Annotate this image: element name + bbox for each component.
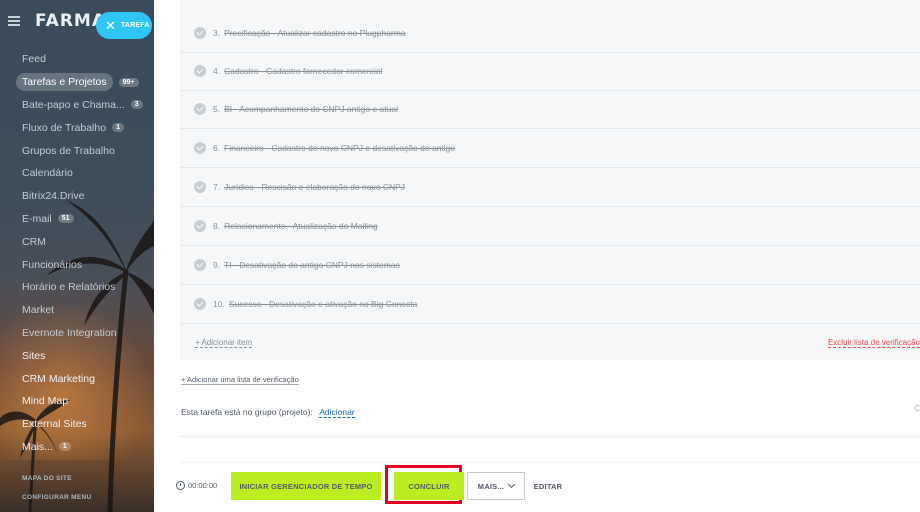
add-checklist-link[interactable]: + Adicionar uma lista de verificação <box>181 375 299 385</box>
checklist-item[interactable]: 5. BI - Acompanhamento do CNPJ antigo e … <box>180 90 920 129</box>
truncated-side-text: C <box>914 404 920 413</box>
sitemap-link[interactable]: MAPA DO SITE <box>22 475 72 482</box>
checklist-item[interactable]: 7. Jurídico - Rescisão e elaboração do n… <box>180 168 920 207</box>
complete-task-button[interactable]: CONCLUIR <box>394 472 464 500</box>
checked-circle-icon[interactable] <box>194 27 206 39</box>
project-group-line: Esta tarefa está no grupo (projeto): Adi… <box>181 407 355 418</box>
sidebar-item-tasks[interactable]: Tarefas e Projetos 99+ <box>0 71 154 94</box>
checklist-item-text: Financeiro - Cadastro do novo CNPJ e des… <box>224 143 456 153</box>
sidebar-item-mind-map[interactable]: Mind Map <box>0 390 154 413</box>
checklist-item-text: Jurídico - Rescisão e elaboração do novo… <box>224 182 406 192</box>
checklist-item[interactable]: 3. Precificação - Atualizar cadastro no … <box>180 14 920 53</box>
sidebar-item-employees[interactable]: Funcionários <box>0 253 154 276</box>
close-icon: ✕ <box>105 17 116 33</box>
delete-checklist-link[interactable]: Excluir lista de verificação <box>827 338 920 348</box>
checklist-item-text: BI - Acompanhamento do CNPJ antigo e atu… <box>224 104 398 114</box>
sidebar-item-more[interactable]: Mais... 1 <box>0 436 154 459</box>
clock-icon <box>176 481 185 490</box>
add-group-link[interactable]: Adicionar <box>319 407 355 418</box>
checklist-item[interactable]: 6. Financeiro - Cadastro do novo CNPJ e … <box>180 129 920 168</box>
more-actions-button[interactable]: MAIS... <box>467 472 525 500</box>
hamburger-menu-icon[interactable] <box>8 16 20 26</box>
sidebar-item-crm[interactable]: CRM <box>0 230 154 253</box>
divider <box>180 436 920 437</box>
timer-value: 00:00:00 <box>188 481 218 490</box>
checked-circle-icon[interactable] <box>194 181 206 193</box>
checked-circle-icon[interactable] <box>194 298 206 310</box>
add-item-link[interactable]: + Adicionar item <box>195 338 253 348</box>
checklist-item[interactable]: 10. Sucesso - Desativação e ativação no … <box>180 285 920 324</box>
sidebar-item-sites[interactable]: Sites <box>0 344 154 367</box>
configure-menu-link[interactable]: CONFIGURAR MENU <box>22 494 92 501</box>
counter-badge: 1 <box>112 123 124 133</box>
checked-circle-icon[interactable] <box>194 65 206 77</box>
checklist-item-text: Relacionamento - Atualização do Mailing <box>224 221 378 231</box>
sidebar-item-feed[interactable]: Feed <box>0 48 154 71</box>
sidebar-item-drive[interactable]: Bitrix24.Drive <box>0 185 154 208</box>
checklist-item[interactable]: 4. Cadastro - Cadastro fornecedor comerc… <box>180 52 920 91</box>
sidebar-item-workgroups[interactable]: Grupos de Trabalho <box>0 139 154 162</box>
task-pill-label: TAREFA <box>120 22 150 29</box>
group-label: Esta tarefa está no grupo (projeto): <box>181 407 313 417</box>
edit-task-button[interactable]: EDITAR <box>526 472 570 500</box>
counter-badge: 99+ <box>118 77 139 87</box>
sidebar-item-external-sites[interactable]: External Sites <box>0 413 154 436</box>
checklist-item-text: Precificação - Atualizar cadastro no Plu… <box>224 28 406 38</box>
divider <box>180 462 920 463</box>
counter-badge: 1 <box>58 442 71 452</box>
sidebar-item-chat[interactable]: Bate-papo e Chama... 3 <box>0 94 154 117</box>
sidebar-item-crm-marketing[interactable]: CRM Marketing <box>0 367 154 390</box>
task-action-bar: 00:00:00 INICIAR GERENCIADOR DE TEMPO CO… <box>154 465 920 512</box>
time-tracker: 00:00:00 <box>176 481 217 490</box>
sidebar-item-evernote[interactable]: Evernote Integration <box>0 322 154 345</box>
checklist-item-text: Sucesso - Desativação e ativação no Big … <box>228 299 418 309</box>
checked-circle-icon[interactable] <box>194 220 206 232</box>
sidebar-item-email[interactable]: E-mail 51 <box>0 208 154 231</box>
sidebar-menu: Feed Tarefas e Projetos 99+ Bate-papo e C… <box>0 48 154 458</box>
close-task-pill-button[interactable]: ✕ TAREFA <box>96 12 152 39</box>
sidebar: FARMAR ✕ TAREFA Feed Tarefas e Projetos 9… <box>0 0 154 512</box>
sidebar-item-time-reports[interactable]: Horário e Relatórios <box>0 276 154 299</box>
checklist: 3. Precificação - Atualizar cadastro no … <box>180 0 920 360</box>
checked-circle-icon[interactable] <box>194 103 206 115</box>
sidebar-header: FARMAR ✕ TAREFA <box>0 0 154 46</box>
checked-circle-icon[interactable] <box>194 259 206 271</box>
start-time-tracker-button[interactable]: INICIAR GERENCIADOR DE TEMPO <box>231 472 381 500</box>
sidebar-item-calendar[interactable]: Calendário <box>0 162 154 185</box>
chevron-down-icon <box>508 480 516 489</box>
sidebar-item-workflow[interactable]: Fluxo de Trabalho 1 <box>0 116 154 139</box>
checklist-item-text: Cadastro - Cadastro fornecedor comercial <box>224 66 383 76</box>
checklist-item[interactable]: 9. TI - Desativação do antigo CNPJ nos s… <box>180 246 920 285</box>
checked-circle-icon[interactable] <box>194 142 206 154</box>
sidebar-item-market[interactable]: Market <box>0 299 154 322</box>
task-detail-panel: 3. Precificação - Atualizar cadastro no … <box>154 0 920 512</box>
counter-badge: 51 <box>57 214 74 224</box>
checklist-item-text: TI - Desativação do antigo CNPJ nos sist… <box>224 260 400 270</box>
checklist-item[interactable]: 8. Relacionamento - Atualização do Maili… <box>180 207 920 246</box>
counter-badge: 3 <box>130 100 143 110</box>
